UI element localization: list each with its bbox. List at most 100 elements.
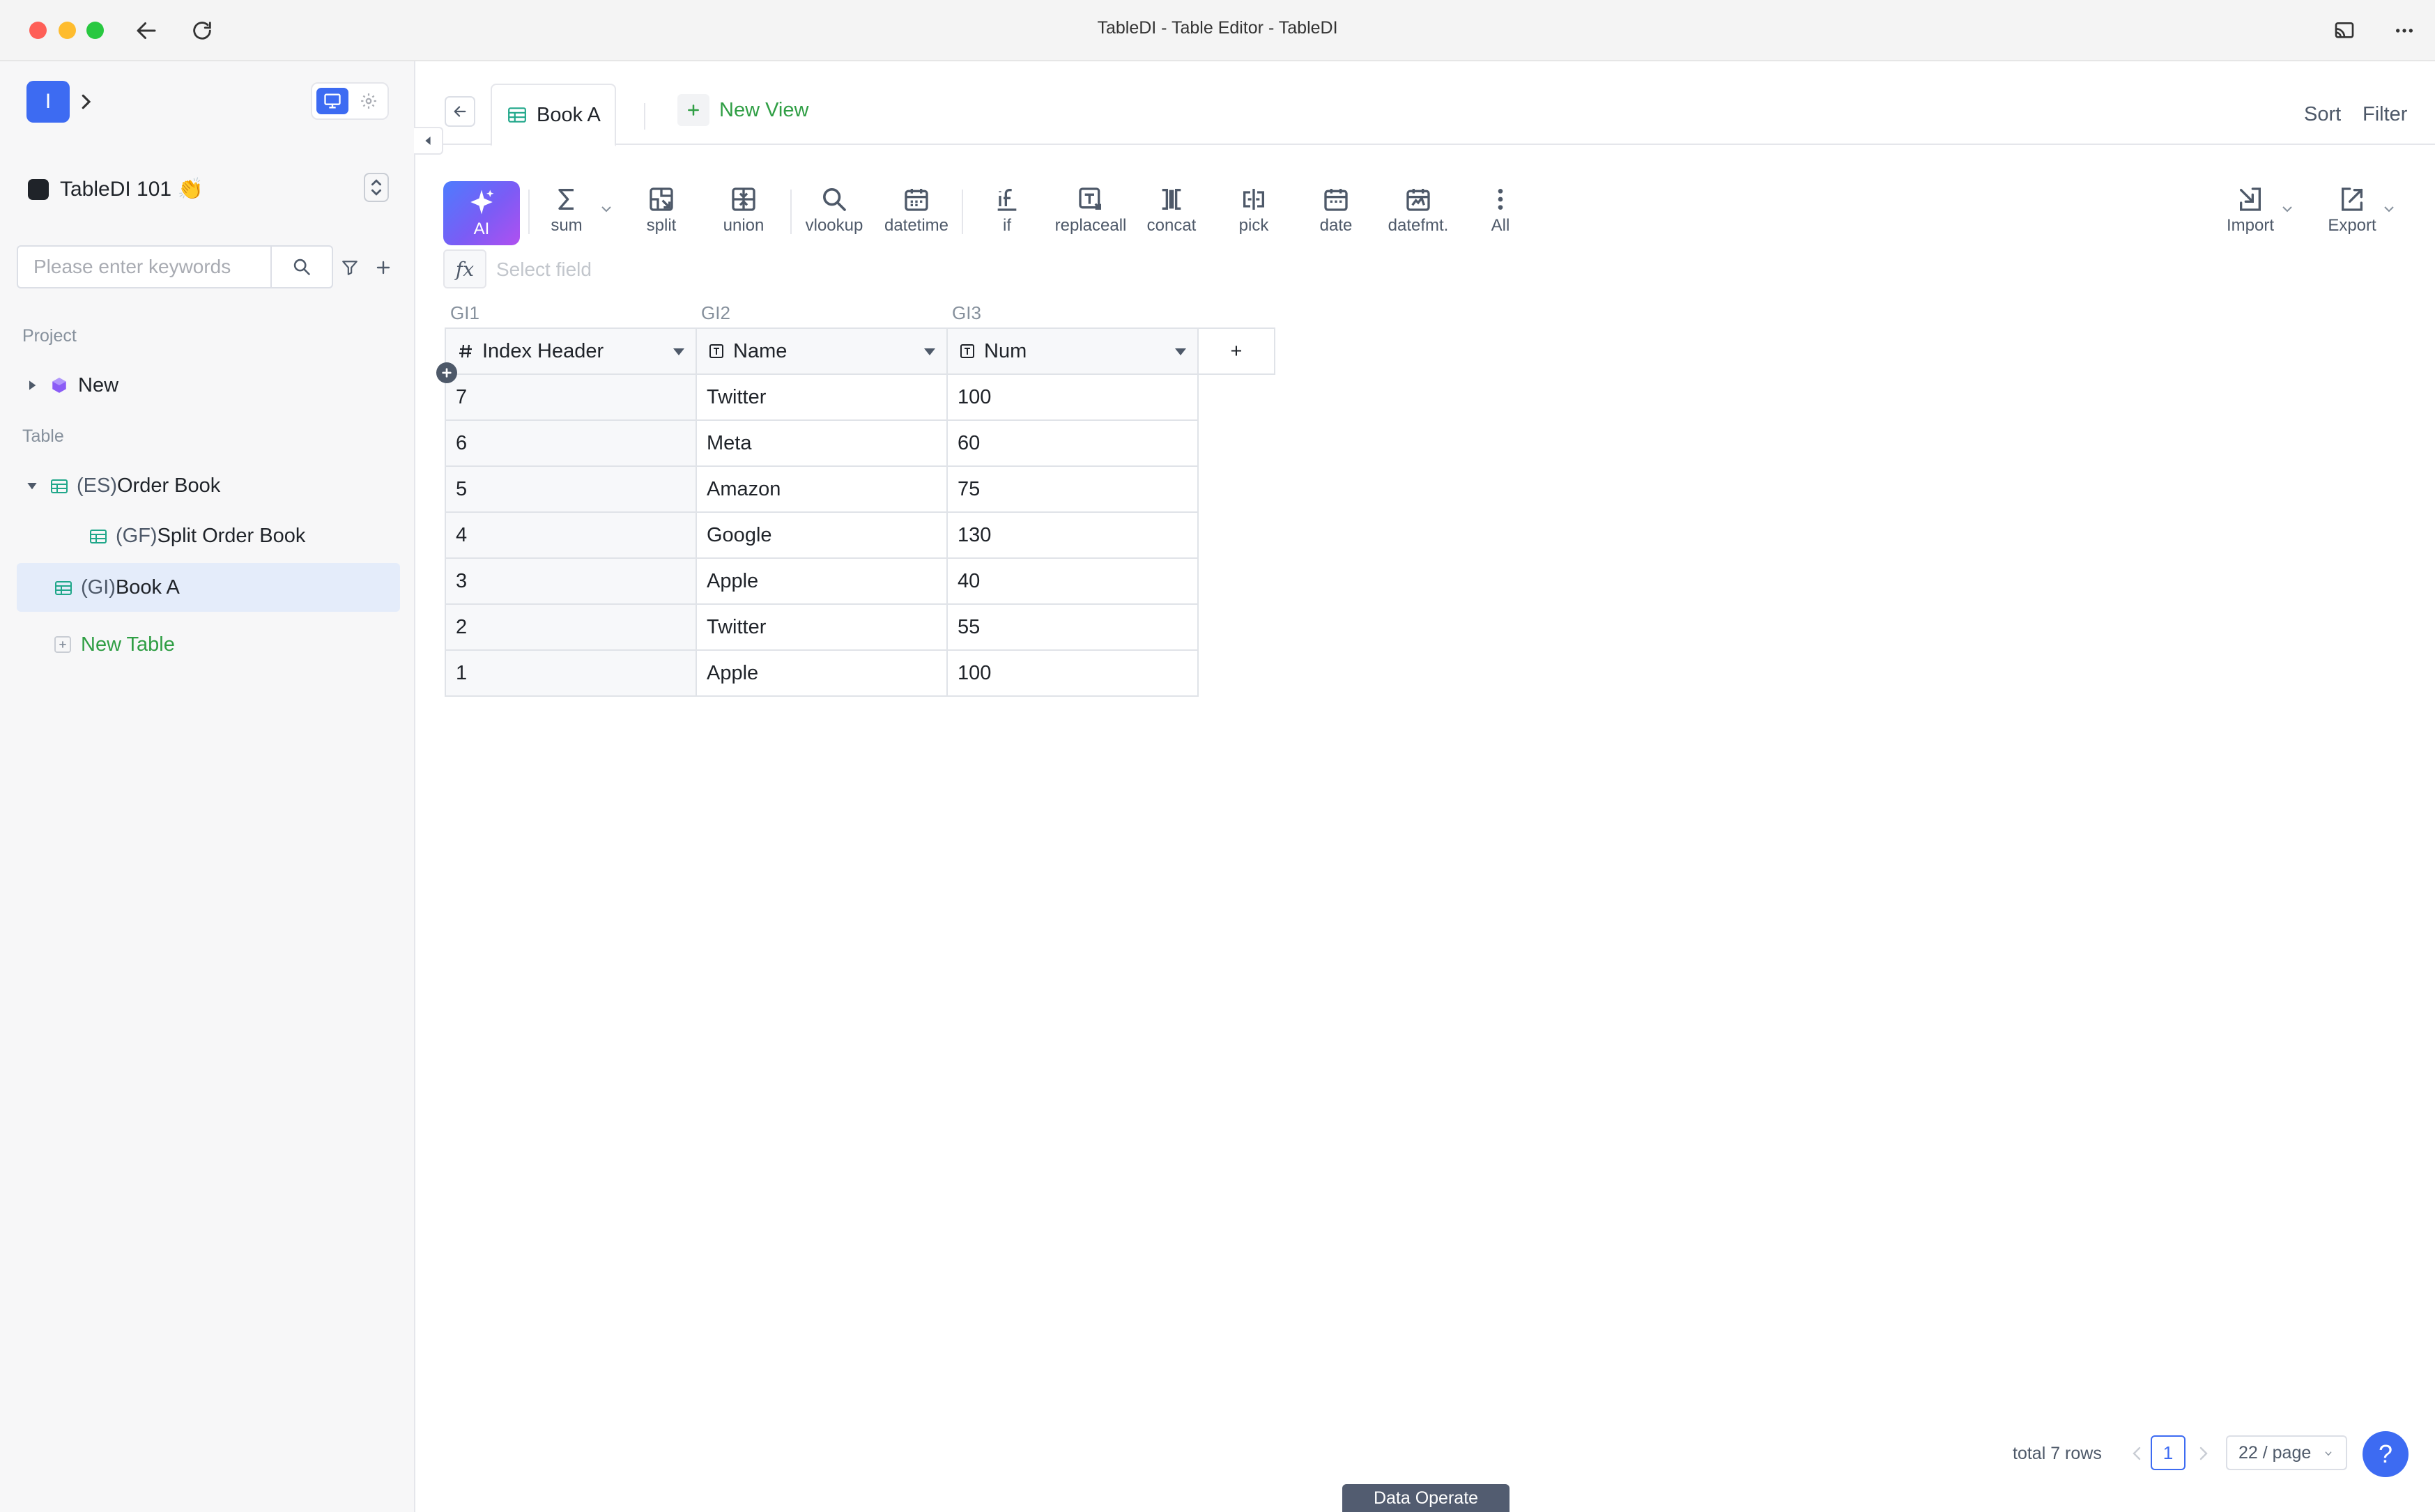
chevron-right-icon[interactable] bbox=[75, 89, 96, 114]
column-header-index[interactable]: Index Header bbox=[445, 327, 697, 375]
add-column-button[interactable]: + bbox=[1197, 327, 1275, 375]
export-label: Export bbox=[2328, 216, 2376, 235]
more-horizontal-icon[interactable] bbox=[2388, 14, 2421, 47]
all-functions-button[interactable]: All bbox=[1462, 185, 1539, 248]
table-cell[interactable]: 1 bbox=[445, 649, 697, 697]
caret-down-icon[interactable] bbox=[1174, 347, 1188, 357]
caret-down-icon[interactable] bbox=[672, 347, 686, 357]
caret-down-icon[interactable] bbox=[923, 347, 937, 357]
table-cell[interactable]: 100 bbox=[946, 373, 1199, 421]
back-arrow-icon[interactable] bbox=[445, 96, 475, 127]
group-label: GI3 bbox=[952, 302, 981, 323]
sidebar-item-new-project[interactable]: New bbox=[25, 361, 399, 410]
table-cell[interactable]: 4 bbox=[445, 511, 697, 559]
chevron-right-icon[interactable] bbox=[2195, 1444, 2212, 1463]
sum-button[interactable]: sum bbox=[528, 185, 605, 248]
union-button[interactable]: union bbox=[705, 185, 782, 248]
table-cell[interactable]: Twitter bbox=[696, 373, 948, 421]
datetime-button[interactable]: datetime bbox=[878, 185, 955, 248]
fx-icon[interactable]: fx bbox=[443, 249, 486, 288]
chevron-down-icon[interactable] bbox=[2279, 201, 2296, 217]
help-button[interactable]: ? bbox=[2363, 1431, 2409, 1477]
table-cell[interactable]: 3 bbox=[445, 557, 697, 605]
table-cell[interactable]: Meta bbox=[696, 419, 948, 467]
split-button[interactable]: split bbox=[623, 185, 700, 248]
table-cell[interactable]: 75 bbox=[946, 465, 1199, 513]
table-cell[interactable]: 6 bbox=[445, 419, 697, 467]
column-header-num[interactable]: Num bbox=[946, 327, 1199, 375]
table-cell[interactable]: Amazon bbox=[696, 465, 948, 513]
new-table-button[interactable]: New Table bbox=[54, 620, 333, 669]
table-cell[interactable]: 5 bbox=[445, 465, 697, 513]
new-view-label: New View bbox=[719, 98, 809, 121]
chevron-down-icon[interactable] bbox=[2381, 201, 2397, 217]
table-cell[interactable]: 40 bbox=[946, 557, 1199, 605]
page-number-button[interactable]: 1 bbox=[2151, 1435, 2186, 1470]
sort-button[interactable]: Sort bbox=[2304, 103, 2341, 126]
import-icon bbox=[2240, 187, 2261, 211]
sidebar-item-order-book[interactable]: (ES) Order Book bbox=[25, 461, 399, 510]
data-table: Index Header Name Num + 7 Twitter 100 6 … bbox=[445, 327, 1275, 697]
search-input[interactable] bbox=[18, 247, 270, 287]
table-row: 6 Meta 60 bbox=[445, 419, 1275, 467]
collapse-sidebar-icon[interactable] bbox=[414, 127, 443, 155]
data-operate-tab[interactable]: Data Operate bbox=[1342, 1484, 1510, 1512]
hash-icon bbox=[456, 341, 475, 361]
table-cell[interactable]: 55 bbox=[946, 603, 1199, 651]
table-cell[interactable]: 60 bbox=[946, 419, 1199, 467]
datefmt-button[interactable]: datefmt. bbox=[1380, 185, 1457, 248]
table-cell[interactable]: 130 bbox=[946, 511, 1199, 559]
date-button[interactable]: date bbox=[1298, 185, 1374, 248]
sidebar: I TableDI 101 👏 Project bbox=[0, 61, 415, 1512]
column-header-name[interactable]: Name bbox=[696, 327, 948, 375]
add-row-icon[interactable] bbox=[436, 362, 457, 383]
calendar-icon bbox=[1324, 189, 1348, 211]
project-selector[interactable]: TableDI 101 👏 bbox=[26, 170, 389, 206]
new-view-button[interactable]: New View bbox=[677, 92, 808, 128]
sidebar-item-split-order-book[interactable]: (GF) Split Order Book bbox=[89, 511, 399, 560]
replaceall-button[interactable]: replaceall bbox=[1052, 185, 1129, 248]
caret-down-icon[interactable] bbox=[25, 479, 39, 493]
vlookup-label: vlookup bbox=[805, 216, 863, 235]
more-vertical-icon bbox=[1498, 189, 1503, 210]
sidebar-item-book-a[interactable]: (GI) Book A bbox=[17, 563, 400, 612]
chevron-down-icon[interactable] bbox=[598, 201, 615, 217]
add-icon[interactable] bbox=[369, 254, 397, 281]
cast-icon[interactable] bbox=[2328, 14, 2361, 47]
table-cell[interactable]: Google bbox=[696, 511, 948, 559]
settings-gear-icon[interactable] bbox=[353, 88, 385, 114]
filter-icon[interactable] bbox=[336, 254, 364, 281]
table-cell[interactable]: Twitter bbox=[696, 603, 948, 651]
calendar-icon bbox=[905, 189, 928, 211]
up-down-chevron-icon[interactable] bbox=[364, 173, 389, 202]
ai-button[interactable]: AI bbox=[443, 181, 520, 245]
table-cell[interactable]: 2 bbox=[445, 603, 697, 651]
split-label: split bbox=[646, 216, 677, 235]
workspace-avatar[interactable]: I bbox=[26, 81, 70, 123]
table-icon bbox=[54, 579, 72, 596]
table-cell[interactable]: 100 bbox=[946, 649, 1199, 697]
tab-book-a[interactable]: Book A bbox=[491, 84, 616, 146]
table-cell[interactable]: 7 bbox=[445, 373, 697, 421]
if-button[interactable]: if bbox=[969, 185, 1045, 248]
pick-button[interactable]: pick bbox=[1215, 185, 1292, 248]
chevron-left-icon[interactable] bbox=[2128, 1444, 2145, 1463]
table-cell[interactable]: Apple bbox=[696, 649, 948, 697]
table-name: Book A bbox=[115, 576, 180, 599]
vlookup-button[interactable]: vlookup bbox=[796, 185, 873, 248]
table-cell[interactable]: Apple bbox=[696, 557, 948, 605]
import-button[interactable]: Import bbox=[2212, 185, 2289, 248]
desktop-icon[interactable] bbox=[316, 88, 348, 114]
search-icon bbox=[823, 188, 846, 211]
caret-right-icon[interactable] bbox=[25, 378, 39, 392]
union-label: union bbox=[723, 216, 765, 235]
filter-button[interactable]: Filter bbox=[2363, 103, 2407, 126]
ai-label: AI bbox=[473, 219, 490, 238]
page-size-select[interactable]: 22 / page bbox=[2226, 1435, 2347, 1470]
export-button[interactable]: Export bbox=[2314, 185, 2390, 248]
concat-button[interactable]: concat bbox=[1133, 185, 1210, 248]
table-prefix: (GI) bbox=[81, 576, 116, 599]
header-row: Index Header Name Num + bbox=[445, 327, 1275, 375]
formula-field-input[interactable] bbox=[496, 255, 1123, 284]
search-icon[interactable] bbox=[270, 247, 332, 287]
